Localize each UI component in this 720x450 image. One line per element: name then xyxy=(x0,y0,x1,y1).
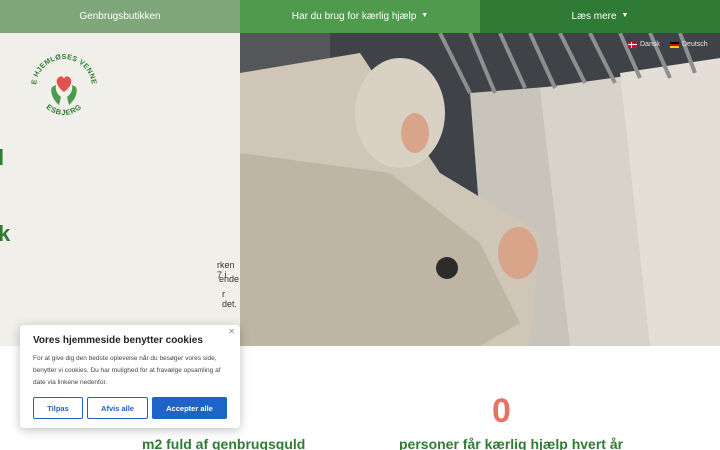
nav-item-genbrugsbutikken[interactable]: Genbrugsbutikken xyxy=(0,0,240,33)
accept-all-button[interactable]: Accepter alle xyxy=(152,397,227,419)
hero-photo-clothing-rack: Dansk Deutsch xyxy=(240,33,720,346)
denmark-flag-icon xyxy=(628,41,637,48)
cookie-description: For at give dig den bedste oplevelse når… xyxy=(33,355,221,386)
logo-arc-bottom: ESBJERG xyxy=(44,102,82,117)
hero-body-fragment: ende xyxy=(219,274,240,284)
nav-item-laes-mere[interactable]: Læs mere ▼ xyxy=(480,0,720,33)
chevron-down-icon: ▼ xyxy=(621,12,629,19)
reject-all-button[interactable]: Afvis alle xyxy=(87,397,148,419)
stat-label: personer får kærlig hjælp hvert år xyxy=(399,436,624,450)
hero-text-panel: DE HJEMLØSES VENNER ESBJERG l k rken 7 i… xyxy=(0,33,240,346)
top-navigation: Genbrugsbutikken Har du brug for kærlig … xyxy=(0,0,720,33)
language-label: Dansk xyxy=(640,41,660,48)
hero-heading-fragment: l xyxy=(0,145,5,170)
chevron-down-icon: ▼ xyxy=(421,12,429,19)
hands-heart-icon xyxy=(51,76,77,105)
language-switch-german[interactable]: Deutsch xyxy=(670,41,708,48)
nav-item-label: Læs mere xyxy=(571,11,617,22)
customize-cookies-button[interactable]: Tilpas xyxy=(33,397,83,419)
clothing-rack-illustration xyxy=(240,33,720,346)
stat-number: 0 xyxy=(492,392,511,430)
germany-flag-icon xyxy=(670,41,679,48)
organization-logo[interactable]: DE HJEMLØSES VENNER ESBJERG xyxy=(26,47,102,123)
nav-item-label: Genbrugsbutikken xyxy=(79,11,161,22)
svg-text:ESBJERG: ESBJERG xyxy=(44,102,83,117)
language-label: Deutsch xyxy=(682,41,708,48)
close-icon[interactable]: ✕ xyxy=(228,327,235,336)
cookie-consent-banner: ✕ Vores hjemmeside benytter cookies For … xyxy=(20,325,240,428)
language-switch-danish[interactable]: Dansk xyxy=(628,41,660,48)
cookie-buttons: Tilpas Afvis alle Accepter alle xyxy=(33,397,227,419)
nav-item-label: Har du brug for kærlig hjælp xyxy=(291,11,417,22)
cookie-title: Vores hjemmeside benytter cookies xyxy=(33,335,203,346)
hero-body-fragment: r det. xyxy=(222,289,238,309)
nav-item-kaerlig-hjaelp[interactable]: Har du brug for kærlig hjælp ▼ xyxy=(240,0,480,33)
stat-label: m2 fuld af genbrugsguld xyxy=(142,436,306,450)
hero-heading-fragment: k xyxy=(0,221,11,246)
